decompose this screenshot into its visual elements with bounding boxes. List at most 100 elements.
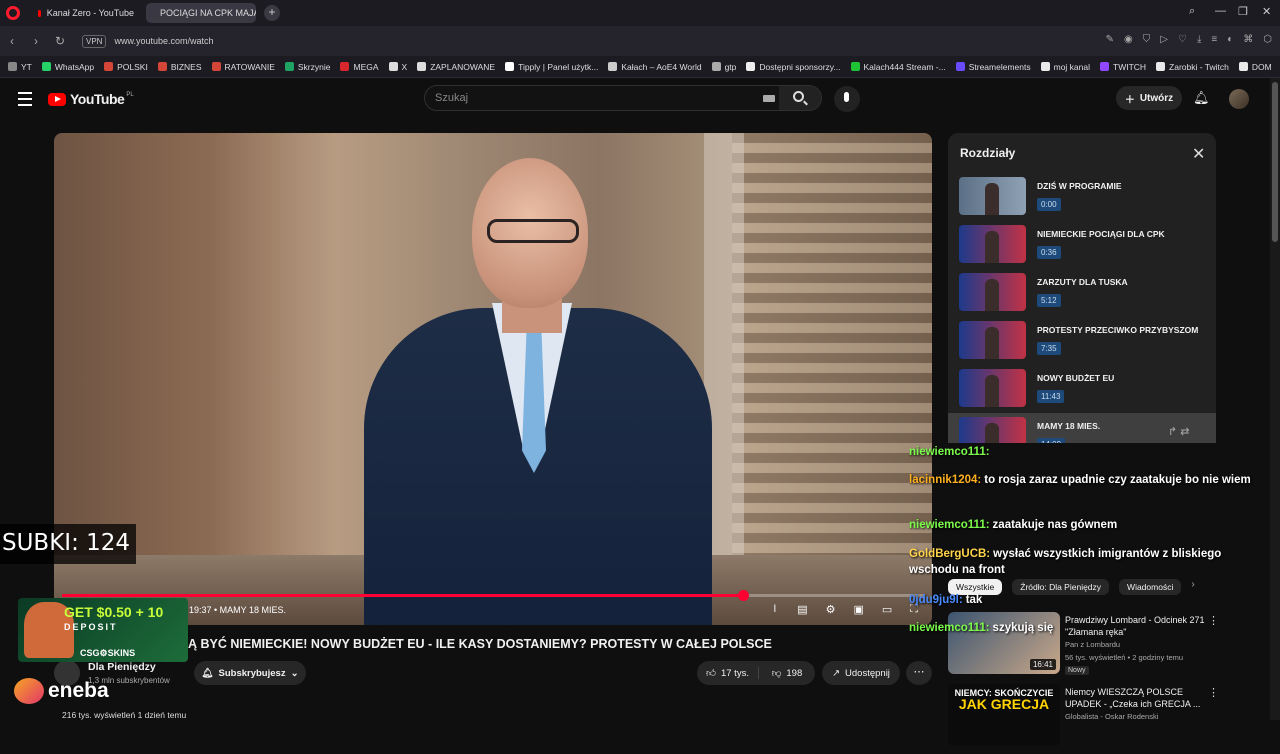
heart-icon[interactable]: ♡ [1178,34,1187,45]
share-button[interactable]: ↗ Udostępnij [822,661,900,685]
bookmark-item[interactable]: MEGA [340,62,379,72]
chat-username[interactable]: niewiemco111: [909,519,990,531]
subscribe-button[interactable]: 🔔︎ Subskrybujesz ⌄ [194,661,306,685]
play-icon[interactable]: ▷ [1160,34,1168,45]
bookmark-favicon-icon [1238,62,1248,71]
thumbnail-figure [985,183,999,215]
bookmark-item[interactable]: Tipply | Panel użytk... [505,62,598,72]
chapter-time-label[interactable]: 19:37 • MAMY 18 MIES. [189,605,286,615]
chat-username[interactable]: niewiemco111: [909,446,990,458]
close-window-icon[interactable]: ✕ [1262,5,1271,18]
bookmark-item[interactable]: Zarobki - Twitch [1156,62,1229,72]
youtube-logo[interactable]: YouTube PL [48,91,134,107]
bookmark-item[interactable]: Kałach – AoE4 World [608,62,702,72]
progress-scrubber[interactable] [737,590,749,601]
bookmark-favicon-icon [746,62,756,71]
camera-icon[interactable]: ◉ [1124,34,1133,45]
related-title[interactable]: Niemcy WIESZCZĄ POLSCE UPADEK - „Czeka i… [1065,686,1205,710]
search-tabs-icon[interactable]: ⌕ [1189,5,1195,18]
bookmark-item[interactable]: Streamelements [955,62,1031,72]
more-actions-icon[interactable]: ⋯ [906,661,932,685]
subtitles-icon[interactable]: ▤ [797,603,807,616]
scrollbar-thumb[interactable] [1272,82,1278,242]
share-icon[interactable]: ↱ ⇄ [1168,425,1190,438]
miniplayer-icon[interactable]: ▣ [853,603,863,616]
chapter-item[interactable]: NIEMIECKIE POCIĄGI DLA CPK 0:36 [948,225,1216,273]
bookmark-item[interactable]: WhatsApp [41,62,94,72]
like-count: 17 tys. [720,667,749,679]
close-icon[interactable]: ✕ [1192,144,1205,164]
bookmark-item[interactable]: POLSKI [104,62,148,72]
chapter-item[interactable]: DZIŚ W PROGRAMIE 0:00 [948,177,1216,225]
related-thumbnail[interactable]: NIEMCY: SKOŃCZYCIE JAK GRECJA [948,684,1060,746]
search-input[interactable]: Szukaj [435,92,468,104]
chapter-item[interactable]: NOWY BUDŻET EU 11:43 [948,369,1216,417]
bookmark-item[interactable]: DOM [1238,62,1272,72]
bookmark-item[interactable]: Dostępni sponsorzy... [746,62,841,72]
settings-gear-icon[interactable]: ⚙ [826,603,836,616]
new-tab-button[interactable]: + [264,5,280,21]
forward-icon[interactable]: › [24,34,48,48]
bookmark-item[interactable]: X [388,62,407,72]
browser-tab[interactable]: Kanał Zero - YouTube [30,3,142,23]
related-video[interactable]: NIEMCY: SKOŃCZYCIE JAK GRECJA Niemcy WIE… [948,684,1270,754]
chat-username[interactable]: niewiemco111: [909,622,990,634]
chapter-time: 0:36 [1037,246,1061,259]
autoplay-toggle-icon[interactable]: ⏽ [771,603,780,616]
account-avatar[interactable] [1229,89,1249,109]
url-field[interactable]: www.youtube.com/watch [114,36,213,46]
chapter-name: ZARZUTY DLA TUSKA [1037,277,1128,287]
microphone-icon[interactable] [834,86,860,112]
bookmark-item[interactable]: TWITCH [1100,62,1146,72]
search-button[interactable] [779,86,821,110]
back-icon[interactable]: ‹ [0,34,24,48]
theater-mode-icon[interactable]: ▭ [882,603,892,616]
chat-username[interactable]: lacinnik1204: [909,474,981,486]
vpn-badge[interactable]: VPN [82,34,107,48]
profile-icon[interactable]: ◐ [1227,34,1233,45]
bookmark-item[interactable]: gtp [711,62,736,72]
bookmark-item[interactable]: BIZNES [157,62,202,72]
video-player[interactable]: 19:37 • MAMY 18 MIES. ⏽ ▤ ⚙ ▣ ▭ ⛶ [54,133,932,625]
shield-icon[interactable]: ⛉ [1143,34,1151,45]
bookmark-item[interactable]: ZAPLANOWANE [417,62,495,72]
extension-icon[interactable]: ⌘ [1243,34,1253,45]
video-progress-bar[interactable] [62,590,924,601]
more-options-icon[interactable]: ⋮ [1208,686,1219,699]
browser-tab-active[interactable]: POCIĄGI NA CPK MAJĄ B [146,3,256,23]
menu-icon[interactable]: ≡ [1211,34,1217,45]
chapter-item[interactable]: MAMY 18 MIES.14:09↱ ⇄ [948,413,1216,443]
bookmark-item[interactable]: Skrzynie [284,62,330,72]
like-button[interactable]: 👍︎ 17 tys. [697,667,759,679]
download-icon[interactable]: ⤓ [1197,34,1201,45]
chapter-item[interactable]: PROTESTY PRZECIWKO PRZYBYSZOM 7:35 [948,321,1216,369]
opera-logo-icon[interactable] [6,6,20,20]
chapter-thumbnail [959,177,1026,215]
page-scrollbar[interactable] [1270,78,1280,720]
notifications-bell-icon[interactable]: 🔔︎ [1193,90,1210,106]
bookmark-item[interactable]: Kalach444 Stream -... [850,62,946,72]
settings-icon[interactable]: ⬡ [1263,34,1272,45]
keyboard-icon[interactable] [763,95,775,102]
maximize-icon[interactable]: ❐ [1238,5,1248,18]
minimize-icon[interactable]: — [1215,5,1226,17]
chat-username[interactable]: GoldBergUCB: [909,548,990,560]
plus-icon: ＋ [1124,94,1135,106]
bookmarks-bar: YT WhatsApp POLSKI BIZNES RATOWANIE Skrzynie M… [0,56,1280,78]
bookmark-item[interactable]: RATOWANIE [211,61,275,72]
edit-icon[interactable]: ✎ [1106,34,1114,45]
bookmark-item[interactable]: YT [8,62,32,72]
search-box[interactable]: Szukaj [424,85,822,111]
chevron-down-icon: ⌄ [290,667,299,679]
reload-icon[interactable]: ↻ [48,34,72,48]
bookmark-item[interactable]: moj kanal [1040,62,1090,72]
related-channel[interactable]: Pan z Lombardu [1065,640,1120,649]
hamburger-menu-icon[interactable] [18,92,32,110]
chapter-item[interactable]: ZARZUTY DLA TUSKA 5:12 [948,273,1216,321]
create-button[interactable]: ＋ Utwórz [1116,86,1182,110]
channel-name[interactable]: Dla Pieniędzy [88,661,156,673]
bookmark-label: RATOWANIE [224,61,275,72]
bookmark-favicon-icon [1156,62,1166,71]
dislike-button[interactable]: 👎︎ 198 [759,667,815,680]
chat-username[interactable]: 0jdu9ju9l: [909,594,963,606]
